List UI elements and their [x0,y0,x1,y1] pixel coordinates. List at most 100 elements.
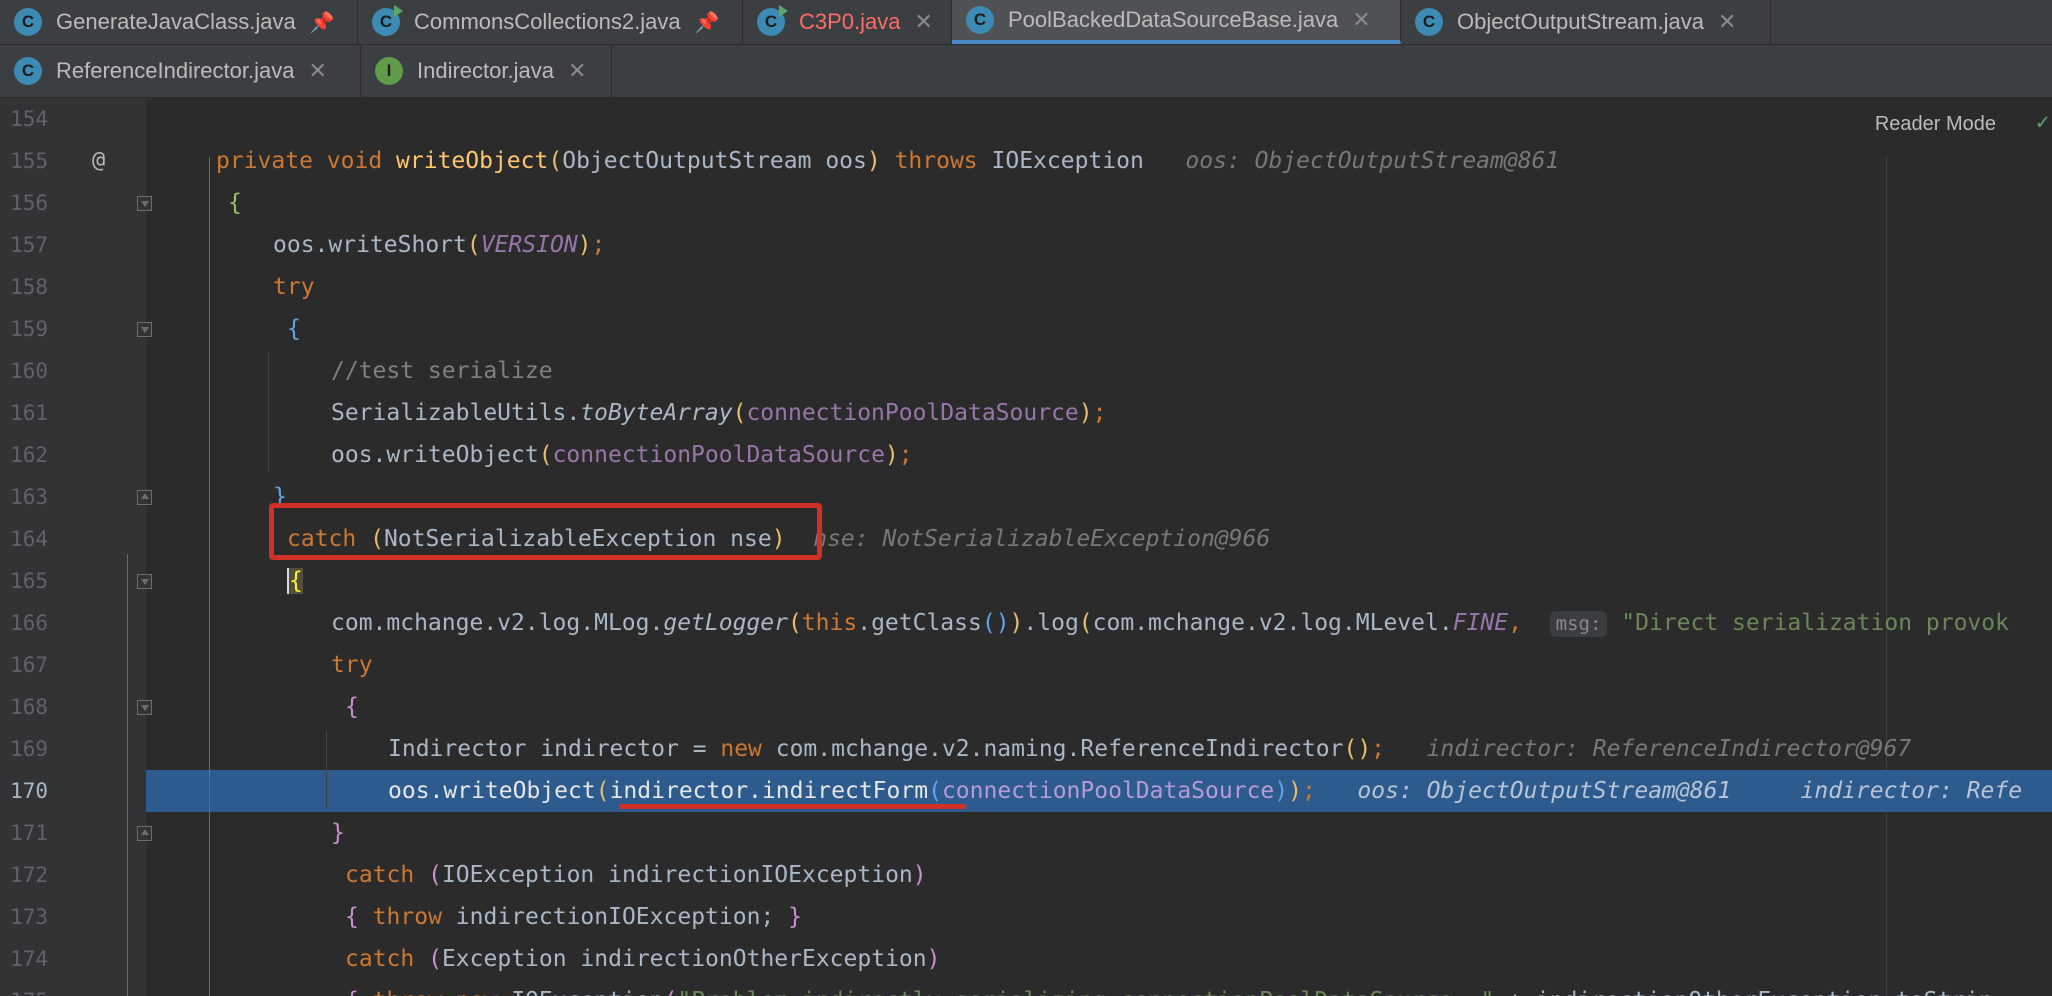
fold-icon[interactable] [137,196,152,211]
java-class-runnable-icon: C [757,5,788,36]
code-line: 161 SerializableUtils.toByteArray(connec… [0,392,2052,434]
tab-generate-java-class[interactable]: C GenerateJavaClass.java 📌 [0,0,358,44]
code-text: } [331,820,345,846]
line-number: 163 [10,485,48,509]
line-number: 169 [10,737,48,761]
code-line: 166 com.mchange.v2.log.MLog.getLogger(th… [0,602,2052,644]
java-class-runnable-icon: C [372,5,403,36]
keyword: private [216,148,327,174]
tab-commons-collections2[interactable]: C CommonsCollections2.java 📌 [358,0,743,44]
reader-mode-button[interactable]: Reader Mode [1875,113,1996,136]
line-number: 164 [10,527,48,551]
line-number: 154 [10,107,48,131]
java-class-icon: C [966,6,994,34]
code-line: 172 catch (IOException indirectionIOExce… [0,854,2052,896]
java-interface-icon: I [375,57,403,85]
close-icon[interactable]: ✕ [568,58,586,84]
close-icon[interactable]: ✕ [1718,9,1736,35]
exception-type: IOException [991,148,1144,174]
debug-inline-value: indirector: ReferenceIndirector@967 [1385,736,1912,762]
fold-icon[interactable] [137,700,152,715]
code-line: 171 } [0,812,2052,854]
tab-label: C3P0.java [799,9,901,34]
code-text: Indirector indirector = new com.mchange.… [388,736,1912,762]
line-number: 171 [10,821,48,845]
line-number: 159 [10,317,48,341]
line-number: 172 [10,863,48,887]
code-text: oos.writeObject(connectionPoolDataSource… [331,442,913,468]
keyword: throws [880,148,992,174]
tab-label: ObjectOutputStream.java [1457,9,1705,34]
annotation-highlight-box [269,503,822,560]
code-line: 155 @ private void writeObject(ObjectOut… [0,140,2052,182]
code-line: 162 oos.writeObject(connectionPoolDataSo… [0,434,2052,476]
code-comment: //test serialize [331,358,553,384]
line-number: 168 [10,695,48,719]
line-number: 157 [10,233,48,257]
tab-label: Indirector.java [417,58,554,83]
debug-inline-value: oos: ObjectOutputStream@861 [1143,148,1560,174]
paren: ) [866,148,881,174]
code-line: 160 //test serialize [0,350,2052,392]
code-text: try [331,652,373,678]
code-text: { [228,190,242,216]
java-class-icon: C [14,8,42,36]
pin-icon[interactable]: 📌 [310,10,335,35]
line-number: 156 [10,191,48,215]
code-line: 175 { throw new IOException("Problem ind… [0,980,2052,996]
line-number: 162 [10,443,48,467]
line-number: 165 [10,569,48,593]
close-icon[interactable]: ✕ [915,9,933,35]
tab-reference-indirector[interactable]: C ReferenceIndirector.java ✕ [0,45,361,97]
code-text: { throw indirectionIOException; } [345,904,802,930]
code-line-current: 170 oos.writeObject(indirector.indirectF… [0,770,2052,812]
editor-tab-bar-row2: C ReferenceIndirector.java ✕ I Indirecto… [0,45,2052,98]
pin-icon[interactable]: 📌 [695,10,720,35]
parameter: ObjectOutputStream oos [562,148,867,174]
method-name: writeObject [396,148,549,174]
annotation-underline [619,804,966,809]
inspection-check-icon[interactable]: ✓ [2036,110,2052,136]
line-number: 166 [10,611,48,635]
line-number: 174 [10,947,48,971]
fold-icon[interactable] [137,826,152,841]
line-number: 158 [10,275,48,299]
code-line: 174 catch (Exception indirectionOtherExc… [0,938,2052,980]
paren: ( [548,148,563,174]
line-number: 160 [10,359,48,383]
close-icon[interactable]: ✕ [1352,7,1370,33]
debug-inline-value: indirector: Refe [1731,778,2023,804]
code-line: 167 try [0,644,2052,686]
code-line: 158 try [0,266,2052,308]
tab-pool-backed-data-source-base[interactable]: C PoolBackedDataSourceBase.java ✕ [952,0,1401,44]
tab-label: GenerateJavaClass.java [56,9,296,34]
code-line: 157 oos.writeShort(VERSION); [0,224,2052,266]
parameter-name-hint: msg: [1549,611,1608,637]
line-number: 155 [10,149,48,173]
line-number: 173 [10,905,48,929]
fold-icon[interactable] [137,490,152,505]
keyword: void [326,148,397,174]
fold-icon[interactable] [137,574,152,589]
debug-inline-value: oos: ObjectOutputStream@861 [1315,778,1732,804]
tab-object-output-stream[interactable]: C ObjectOutputStream.java ✕ [1401,0,1771,44]
code-text: com.mchange.v2.log.MLog.getLogger(this.g… [331,610,2009,637]
line-number: 170 [10,779,48,803]
debug-inline-value: nse: NotSerializableException@966 [785,526,1271,552]
fold-icon[interactable] [137,322,152,337]
override-icon[interactable]: @ [92,140,105,182]
tab-indirector[interactable]: I Indirector.java ✕ [361,45,612,97]
code-text: catch (IOException indirectionIOExceptio… [345,862,927,888]
code-text: oos.writeShort(VERSION); [273,232,606,258]
close-icon[interactable]: ✕ [308,58,326,84]
tab-c3p0[interactable]: C C3P0.java ✕ [743,0,952,44]
line-number: 167 [10,653,48,677]
java-class-icon: C [1415,8,1443,36]
text-caret: { [287,568,303,594]
code-line: 173 { throw indirectionIOException; } [0,896,2052,938]
code-text: { [287,316,301,342]
tab-label: PoolBackedDataSourceBase.java [1008,7,1339,32]
code-text: try [273,274,315,300]
code-text: { [345,694,359,720]
code-line: 165 { [0,560,2052,602]
